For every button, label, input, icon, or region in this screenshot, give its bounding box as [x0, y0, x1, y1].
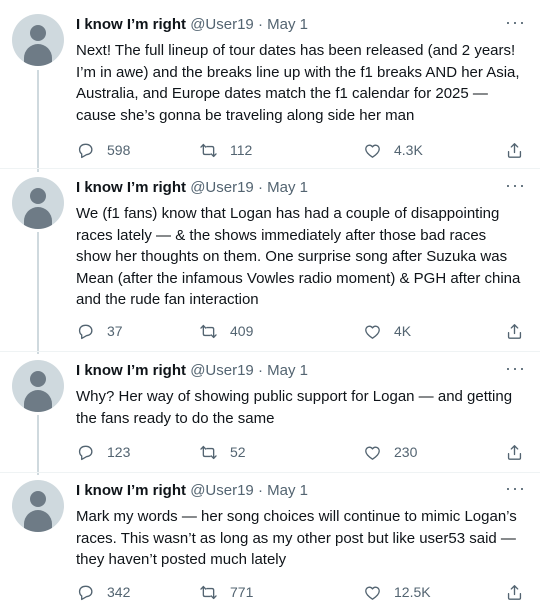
avatar[interactable]: [12, 14, 64, 66]
retweet-icon: [200, 143, 217, 157]
like-count: 4K: [394, 323, 412, 339]
separator: ·: [257, 179, 263, 196]
user-handle[interactable]: @User19: [190, 179, 254, 196]
retweet-count: 112: [230, 142, 253, 158]
like-button[interactable]: 12.5K: [363, 580, 431, 604]
more-icon[interactable]: ···: [505, 12, 526, 33]
reply-button[interactable]: 342: [76, 580, 130, 604]
reply-count: 342: [107, 584, 131, 600]
reply-icon: [78, 585, 93, 600]
retweet-button[interactable]: 112: [199, 138, 252, 162]
share-button[interactable]: [505, 440, 524, 464]
tweet-actions: 123 52 230: [76, 440, 526, 464]
thread-line: [37, 415, 39, 475]
share-button[interactable]: [505, 138, 524, 162]
like-count: 4.3K: [394, 142, 423, 158]
display-name[interactable]: I know I’m right: [76, 482, 186, 499]
user-handle[interactable]: @User19: [190, 482, 254, 499]
tweet-date[interactable]: May 1: [267, 482, 308, 499]
reply-icon: [78, 143, 93, 158]
retweet-count: 771: [230, 584, 254, 600]
reply-count: 123: [107, 444, 131, 460]
like-button[interactable]: 230: [363, 440, 417, 464]
retweet-icon: [200, 585, 217, 599]
tweet-text: Mark my words — her song choices will co…: [76, 508, 517, 568]
thread-line: [37, 70, 39, 172]
tweet-header: I know I’m right @User19 · May 1: [76, 482, 500, 502]
tweet-header: I know I’m right @User19 · May 1: [76, 179, 500, 199]
share-button[interactable]: [505, 319, 524, 343]
tweet-date[interactable]: May 1: [267, 179, 308, 196]
retweet-count: 409: [230, 323, 254, 339]
retweet-icon: [200, 445, 217, 459]
tweet-header: I know I’m right @User19 · May 1: [76, 16, 500, 36]
tweet-text: Next! The full lineup of tour dates has …: [76, 42, 520, 124]
reply-icon: [78, 324, 93, 339]
retweet-button[interactable]: 409: [199, 319, 253, 343]
like-button[interactable]: 4.3K: [363, 138, 423, 162]
retweet-icon: [200, 324, 217, 338]
display-name[interactable]: I know I’m right: [76, 16, 186, 33]
share-icon: [507, 323, 522, 339]
separator: ·: [257, 482, 263, 499]
tweet-actions: 37 409 4K: [76, 319, 526, 343]
retweet-button[interactable]: 771: [199, 580, 253, 604]
tweet-date[interactable]: May 1: [267, 16, 308, 33]
thread-line: [37, 232, 39, 354]
more-icon[interactable]: ···: [505, 175, 526, 196]
tweet-header: I know I’m right @User19 · May 1: [76, 362, 500, 382]
reply-count: 37: [107, 323, 123, 339]
divider: [0, 168, 540, 169]
tweet-text: Why? Her way of showing public support f…: [76, 388, 513, 427]
reply-button[interactable]: 598: [76, 138, 130, 162]
separator: ·: [257, 16, 263, 33]
reply-button[interactable]: 37: [76, 319, 123, 343]
avatar[interactable]: [12, 480, 64, 532]
share-icon: [507, 584, 522, 600]
heart-icon: [365, 586, 380, 600]
like-count: 230: [394, 444, 418, 460]
like-button[interactable]: 4K: [363, 319, 411, 343]
display-name[interactable]: I know I’m right: [76, 362, 186, 379]
tweet-date[interactable]: May 1: [267, 362, 308, 379]
divider: [0, 351, 540, 352]
tweet-actions: 342 771 12.5K: [76, 580, 526, 604]
display-name[interactable]: I know I’m right: [76, 179, 186, 196]
share-icon: [507, 444, 522, 460]
avatar[interactable]: [12, 177, 64, 229]
share-icon: [507, 142, 522, 158]
avatar[interactable]: [12, 360, 64, 412]
divider: [0, 472, 540, 473]
like-count: 12.5K: [394, 584, 431, 600]
share-button[interactable]: [505, 580, 524, 604]
reply-button[interactable]: 123: [76, 440, 130, 464]
more-icon[interactable]: ···: [505, 358, 526, 379]
heart-icon: [365, 325, 380, 339]
reply-icon: [78, 445, 93, 460]
separator: ·: [257, 362, 263, 379]
heart-icon: [365, 144, 380, 158]
tweet-text: We (f1 fans) know that Logan has had a c…: [76, 205, 521, 308]
heart-icon: [365, 446, 380, 460]
retweet-count: 52: [230, 444, 246, 460]
retweet-button[interactable]: 52: [199, 440, 246, 464]
user-handle[interactable]: @User19: [190, 16, 254, 33]
tweet-actions: 598 112 4.3K: [76, 138, 526, 162]
user-handle[interactable]: @User19: [190, 362, 254, 379]
more-icon[interactable]: ···: [505, 478, 526, 499]
reply-count: 598: [107, 142, 131, 158]
